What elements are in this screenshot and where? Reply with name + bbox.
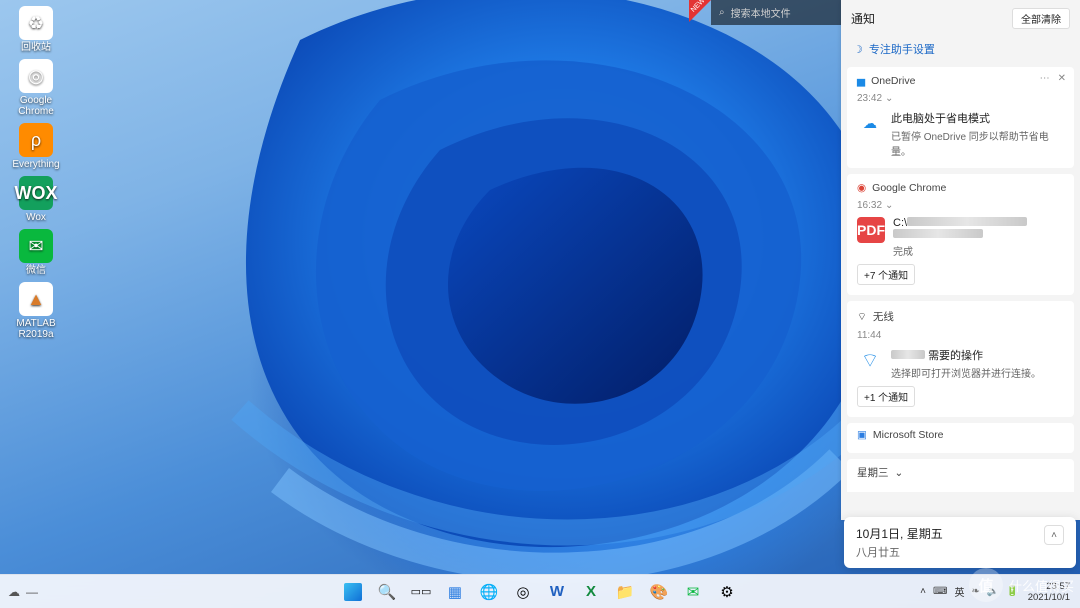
chrome-icon: ◉ <box>857 182 866 194</box>
notification-onedrive[interactable]: ▅OneDrive ⋯✕ 23:42⌄ ☁ 此电脑处于省电模式已暂停 OneDr… <box>847 67 1074 168</box>
desktop: ♻回收站 ◎Google Chrome ρEverything WOXWox ✉… <box>0 0 1080 608</box>
notification-chrome[interactable]: ◉Google Chrome 16:32⌄ PDF C:\ 完成 +7 个通知 <box>847 174 1074 295</box>
moon-icon: ☽ <box>853 43 863 56</box>
start-button[interactable] <box>338 577 368 607</box>
volume-icon[interactable]: 🔈 <box>985 586 1001 597</box>
icon-matlab[interactable]: ▲MATLAB R2019a <box>4 282 68 340</box>
notification-wireless[interactable]: ⌔无线 11:44 ⌔ 需要的操作 选择即可打开浏览器并进行连接。 +1 个通知 <box>847 301 1074 417</box>
explorer-button[interactable]: 📁 <box>610 577 640 607</box>
paint-button[interactable]: 🎨 <box>644 577 674 607</box>
onedrive-icon: ▅ <box>857 75 865 87</box>
more-notifications-button[interactable]: +7 个通知 <box>857 264 915 285</box>
settings-button[interactable]: ⚙ <box>712 577 742 607</box>
notification-center: 通知 全部清除 ☽ 专注助手设置 ▅OneDrive ⋯✕ 23:42⌄ ☁ 此… <box>841 0 1080 520</box>
taskbar-clock[interactable]: 23:572021/10/1 <box>1024 581 1074 603</box>
excel-button[interactable]: X <box>576 577 606 607</box>
chevron-down-icon[interactable]: ⌄ <box>895 467 904 479</box>
icon-wechat[interactable]: ✉微信 <box>4 229 68 276</box>
taskbar-center: 🔍 ▭▭ ▦ 🌐 ◎ W X 📁 🎨 ✉ ⚙ <box>338 577 742 607</box>
chevron-down-icon[interactable]: ⌄ <box>885 200 893 211</box>
new-badge: NEW <box>689 0 711 22</box>
store-icon: ▣ <box>857 429 867 441</box>
search-icon: ⌕ <box>719 7 725 18</box>
chrome-button[interactable]: ◎ <box>508 577 538 607</box>
battery-icon[interactable]: 🔋 <box>1004 586 1020 597</box>
wallpaper-bloom <box>180 0 940 608</box>
icon-google-chrome[interactable]: ◎Google Chrome <box>4 59 68 117</box>
local-search-bar[interactable]: ⌕ 搜索本地文件 <box>711 0 841 25</box>
wifi-icon: ⌔ <box>857 310 867 324</box>
chevron-down-icon[interactable]: ⌄ <box>885 93 893 104</box>
system-tray: ˄ ⌨ 英 ❧ 🔈 🔋 23:572021/10/1 <box>918 581 1074 603</box>
notification-wednesday[interactable]: 星期三 ⌄ <box>847 459 1074 492</box>
ime-lang[interactable]: 英 <box>952 584 966 599</box>
edge-button[interactable]: 🌐 <box>474 577 504 607</box>
notification-msstore[interactable]: ▣Microsoft Store <box>847 423 1074 453</box>
search-placeholder: 搜索本地文件 <box>731 5 791 20</box>
desktop-icons: ♻回收站 ◎Google Chrome ρEverything WOXWox ✉… <box>0 0 72 346</box>
taskbar: ☁ — 🔍 ▭▭ ▦ 🌐 ◎ W X 📁 🎨 ✉ ⚙ ˄ ⌨ 英 ❧ 🔈 🔋 2… <box>0 574 1080 608</box>
close-icon[interactable]: ✕ <box>1058 73 1066 84</box>
more-icon[interactable]: ⋯ <box>1040 73 1050 84</box>
wifi-big-icon: ⌔ <box>857 347 883 373</box>
weather-icon[interactable]: ☁ <box>8 585 20 599</box>
ime-mode[interactable]: ❧ <box>969 586 981 597</box>
pdf-icon: PDF <box>857 217 885 243</box>
icon-wox[interactable]: WOXWox <box>4 176 68 223</box>
mail-button[interactable]: ✉ <box>678 577 708 607</box>
chevron-up-icon[interactable]: ˄ <box>1044 525 1064 545</box>
icon-everything[interactable]: ρEverything <box>4 123 68 170</box>
calendar-flyout[interactable]: 10月1日, 星期五 八月廿五 ˄ <box>844 517 1076 568</box>
widgets-button[interactable]: ▦ <box>440 577 470 607</box>
more-notifications-button[interactable]: +1 个通知 <box>857 386 915 407</box>
tray-chevron[interactable]: ˄ <box>918 586 928 597</box>
task-view-button[interactable]: ▭▭ <box>406 577 436 607</box>
search-button[interactable]: 🔍 <box>372 577 402 607</box>
cloud-icon: ☁ <box>857 110 883 136</box>
clear-all-button[interactable]: 全部清除 <box>1012 8 1070 29</box>
focus-assist-link[interactable]: ☽ 专注助手设置 <box>841 37 1080 67</box>
icon-recycle-bin[interactable]: ♻回收站 <box>4 6 68 53</box>
panel-title: 通知 <box>851 10 875 27</box>
taskbar-left: ☁ — <box>8 585 38 599</box>
date-line2: 八月廿五 <box>856 544 943 560</box>
ime-icon[interactable]: ⌨ <box>931 586 949 597</box>
word-button[interactable]: W <box>542 577 572 607</box>
date-line1: 10月1日, 星期五 <box>856 525 943 542</box>
